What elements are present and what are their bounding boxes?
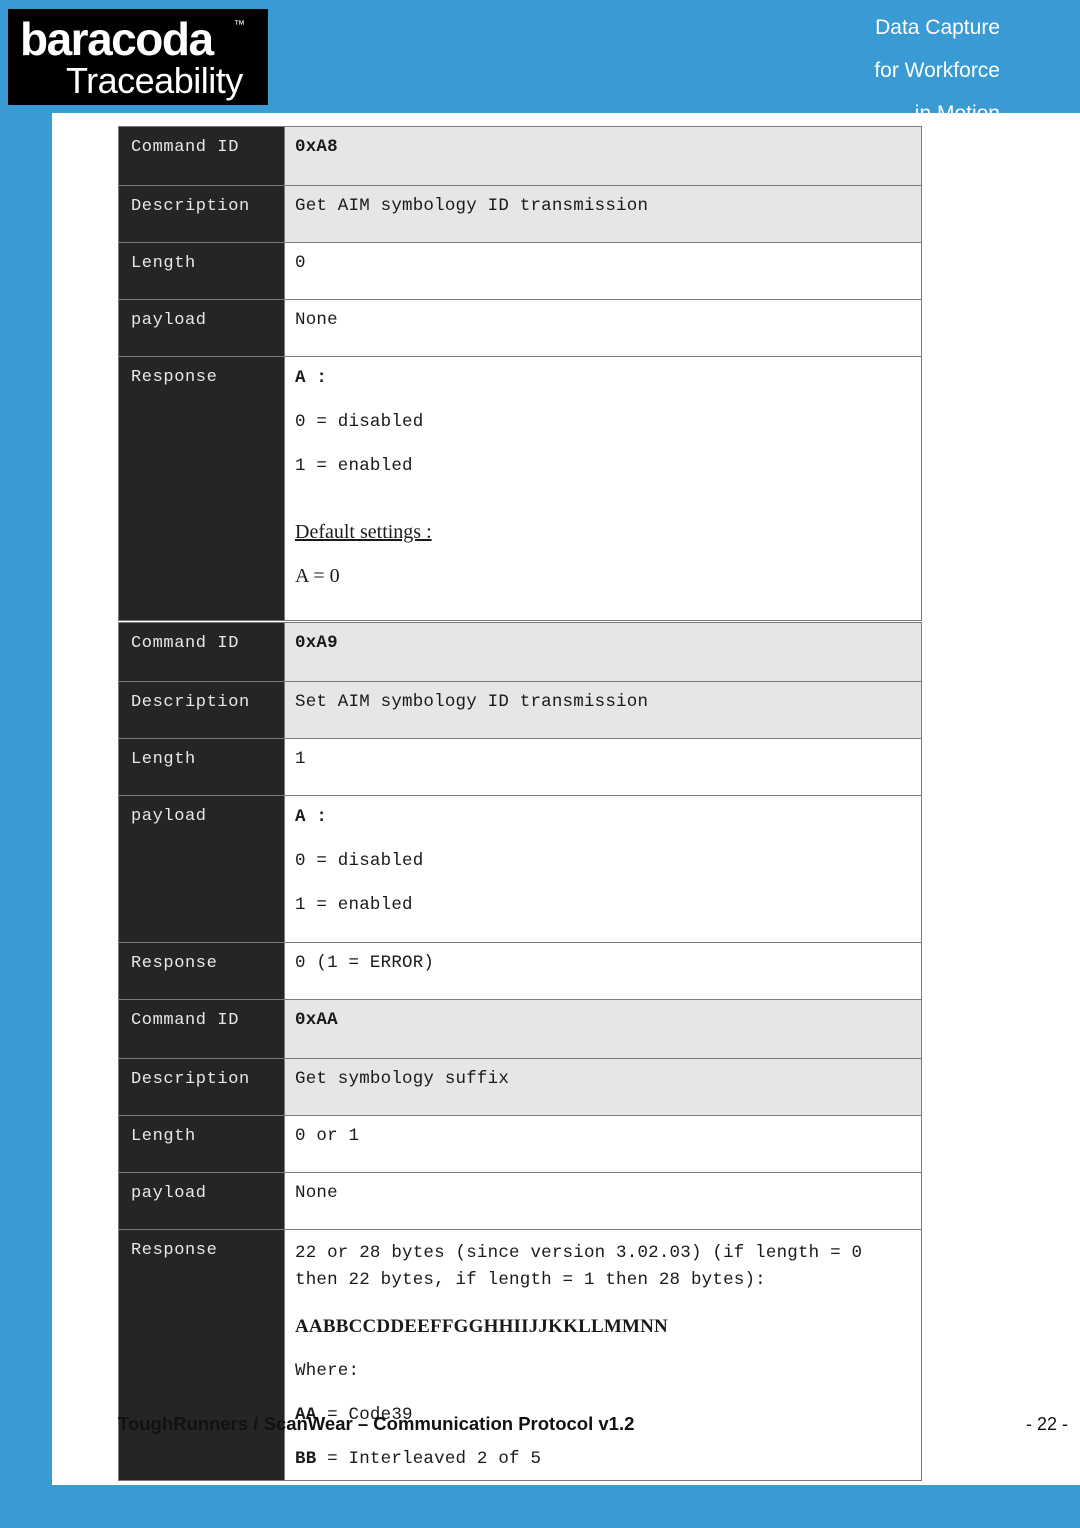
table-row: payload None (118, 1172, 922, 1230)
response-where-label: Where: (295, 1361, 360, 1381)
row-label-response: Response (118, 942, 285, 1000)
row-value-response: 0 (1 = ERROR) (284, 942, 922, 1000)
table-row: Response 0 (1 = ERROR) (118, 942, 922, 1000)
row-value-payload: A : 0 = disabled 1 = enabled (284, 795, 922, 943)
row-label-description: Description (118, 185, 285, 243)
table-row: Length 0 (118, 242, 922, 300)
table-row: payload None (118, 299, 922, 357)
logo-wordmark: baracoda (20, 13, 214, 65)
row-value-command-id: 0xAA (284, 999, 922, 1059)
row-value-description: Get symbology suffix (284, 1058, 922, 1116)
row-label-description: Description (118, 681, 285, 739)
row-value-response: A : 0 = disabled 1 = enabled Default set… (284, 356, 922, 621)
table-row: Response 22 or 28 bytes (since version 3… (118, 1229, 922, 1481)
code-bb-value: = Interleaved 2 of 5 (316, 1449, 542, 1469)
page-header: baracoda ™ Traceability Data Capture for… (0, 0, 1080, 125)
payload-option-disabled: 0 = disabled (295, 851, 424, 871)
row-label-command-id: Command ID (118, 126, 285, 186)
row-label-response: Response (118, 356, 285, 621)
row-value-command-id: 0xA8 (284, 126, 922, 186)
default-settings-heading: Default settings : (295, 521, 432, 543)
row-label-command-id: Command ID (118, 622, 285, 682)
table-row: Length 1 (118, 738, 922, 796)
row-value-response: 22 or 28 bytes (since version 3.02.03) (… (284, 1229, 922, 1481)
row-label-length: Length (118, 738, 285, 796)
row-value-description: Get AIM symbology ID transmission (284, 185, 922, 243)
footer-title: ToughRunners / ScanWear – Communication … (118, 1413, 635, 1434)
table-row: Description Get AIM symbology ID transmi… (118, 185, 922, 243)
row-label-length: Length (118, 1115, 285, 1173)
table-row: Command ID 0xAA (118, 999, 922, 1059)
response-pattern: AABBCCDDEEFFGGHHIIJJKKLLMMNN (295, 1316, 668, 1337)
table-row: payload A : 0 = disabled 1 = enabled (118, 795, 922, 943)
row-label-payload: payload (118, 795, 285, 943)
command-table-0xa9-0xaa: Command ID 0xA9 Description Set AIM symb… (118, 622, 922, 1481)
table-row: Command ID 0xA8 (118, 126, 922, 186)
response-param-a: A : (295, 368, 328, 388)
payload-option-enabled: 1 = enabled (295, 895, 413, 915)
row-label-command-id: Command ID (118, 999, 285, 1059)
table-row: Description Set AIM symbology ID transmi… (118, 681, 922, 739)
payload-param-a: A : (295, 807, 328, 827)
row-value-command-id: 0xA9 (284, 622, 922, 682)
response-option-enabled: 1 = enabled (295, 456, 413, 476)
code-bb: BB (295, 1449, 317, 1469)
row-value-payload: None (284, 1172, 922, 1230)
row-value-description: Set AIM symbology ID transmission (284, 681, 922, 739)
row-label-response: Response (118, 1229, 285, 1481)
table-row: Response A : 0 = disabled 1 = enabled De… (118, 356, 922, 621)
command-table-0xa8: Command ID 0xA8 Description Get AIM symb… (118, 126, 922, 621)
tagline-line-1: Data Capture (875, 16, 1000, 39)
document-page: Command ID 0xA8 Description Get AIM symb… (52, 113, 1080, 1485)
row-label-payload: payload (118, 299, 285, 357)
response-option-disabled: 0 = disabled (295, 412, 424, 432)
row-value-payload: None (284, 299, 922, 357)
table-row: Command ID 0xA9 (118, 622, 922, 682)
row-value-length: 0 or 1 (284, 1115, 922, 1173)
footer-page-number: - 22 - (1025, 1414, 1068, 1434)
trademark-icon: ™ (234, 19, 245, 31)
row-value-length: 0 (284, 242, 922, 300)
default-settings-value: A = 0 (295, 565, 340, 587)
tagline-line-2: for Workforce (874, 59, 1000, 82)
page-footer: ToughRunners / ScanWear – Communication … (118, 1413, 1068, 1435)
row-label-length: Length (118, 242, 285, 300)
baracoda-logo: baracoda ™ Traceability (8, 9, 268, 105)
row-label-payload: payload (118, 1172, 285, 1230)
logo-subtitle: Traceability (66, 60, 243, 101)
table-row: Description Get symbology suffix (118, 1058, 922, 1116)
row-label-description: Description (118, 1058, 285, 1116)
response-bb-definition: BB = Interleaved 2 of 5 (295, 1448, 915, 1470)
row-value-length: 1 (284, 738, 922, 796)
table-row: Length 0 or 1 (118, 1115, 922, 1173)
response-intro: 22 or 28 bytes (since version 3.02.03) (… (295, 1243, 863, 1290)
